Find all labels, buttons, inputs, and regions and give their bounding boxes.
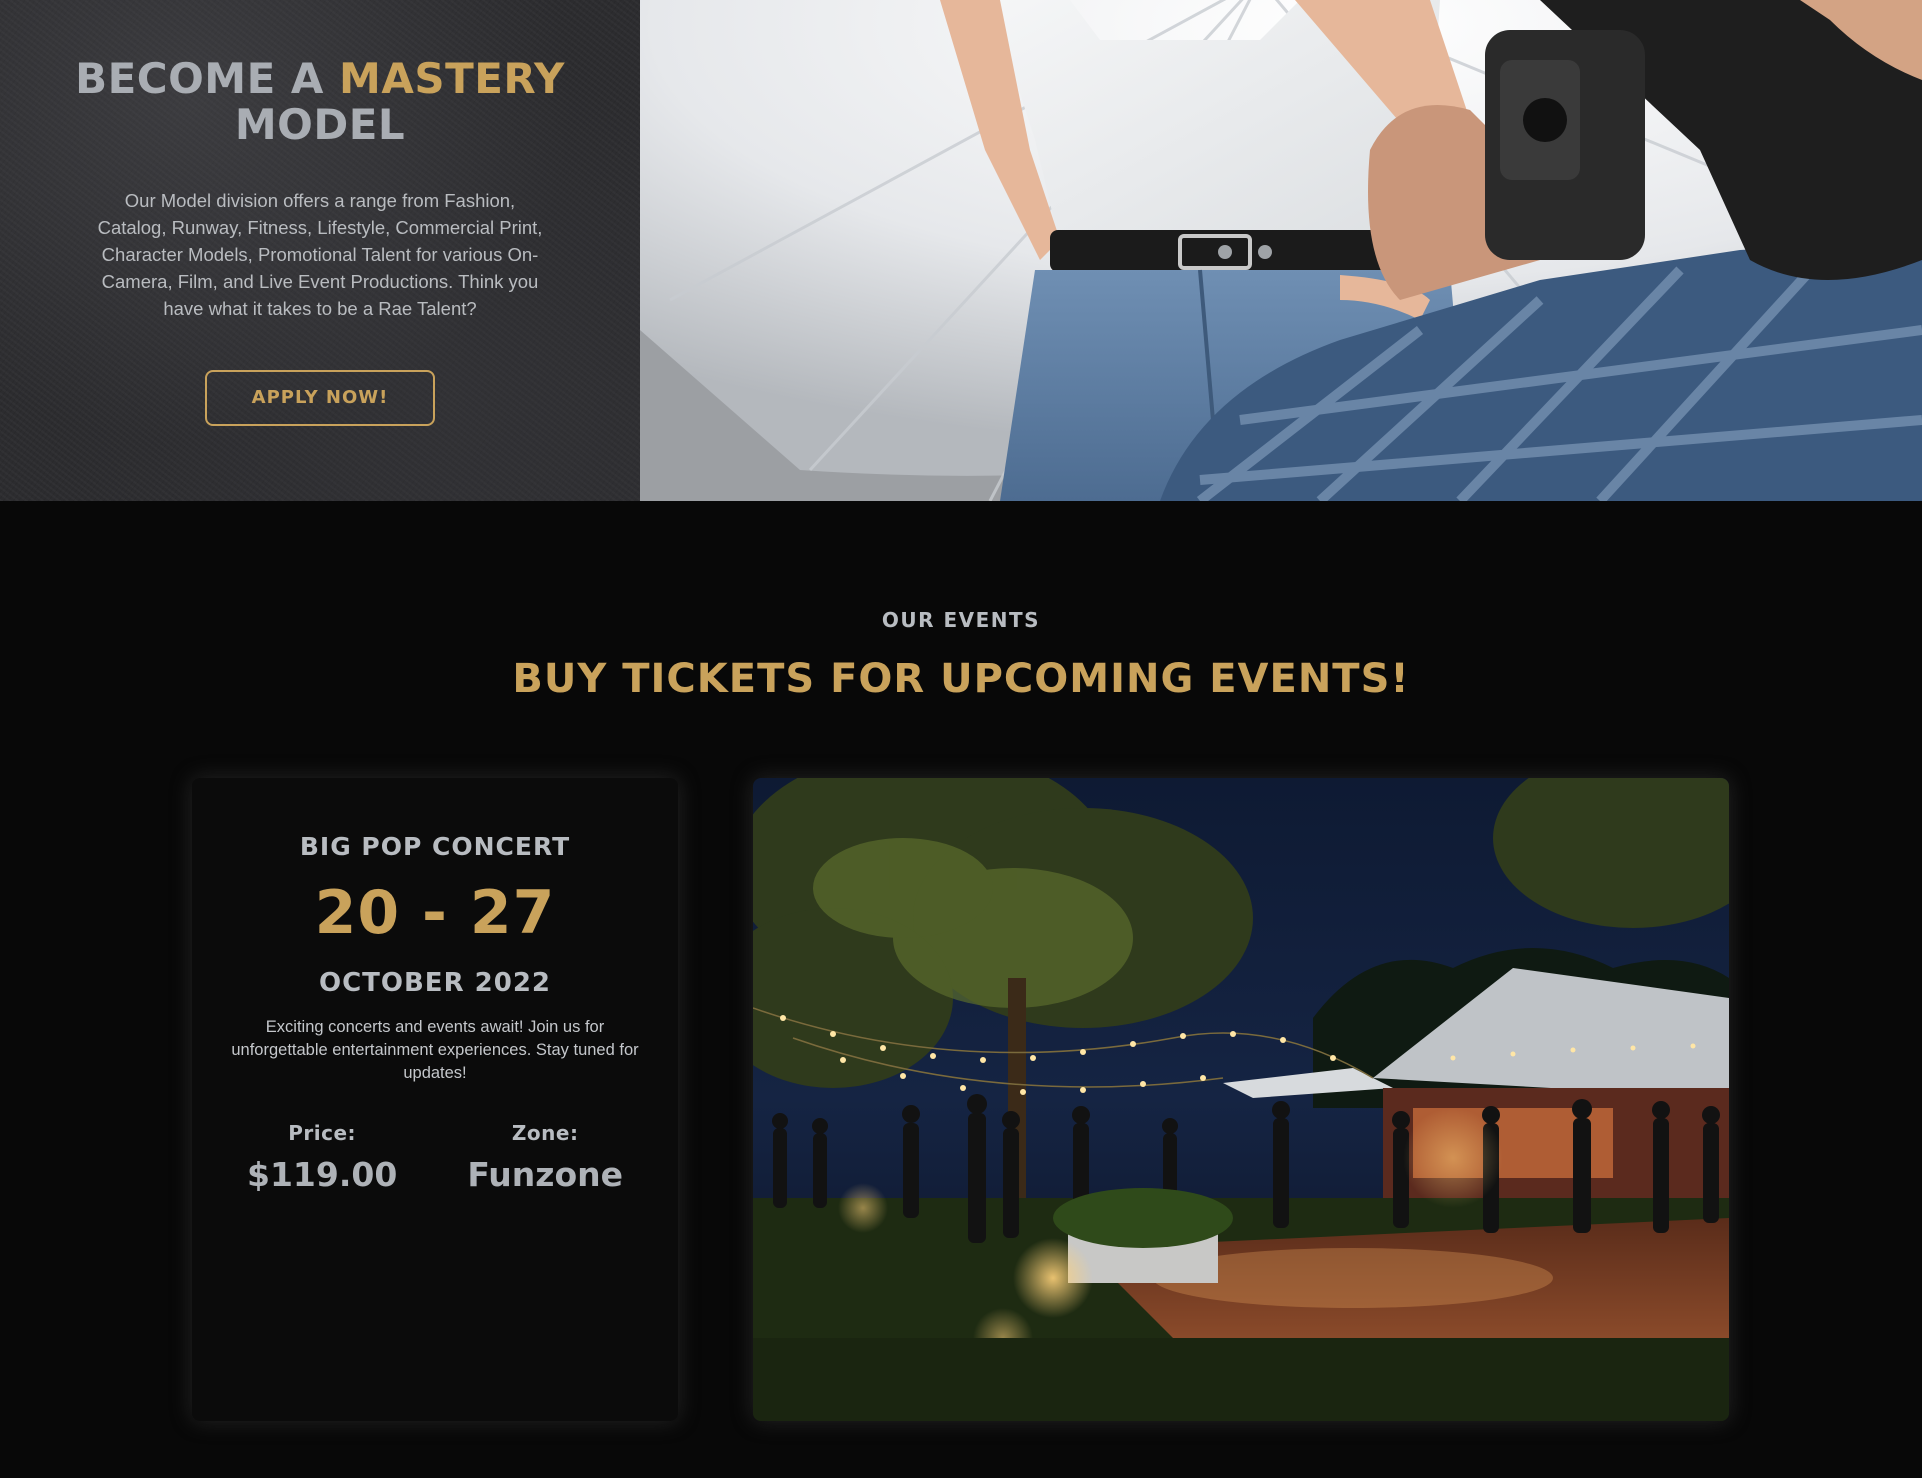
apply-now-button[interactable]: APPLY NOW! [205, 370, 435, 426]
event-name: BIG POP CONCERT [299, 832, 571, 861]
hero-text-panel: BECOME A MASTERY MODEL Our Model division… [0, 0, 640, 501]
events-eyebrow: OUR EVENTS [881, 608, 1041, 632]
model-photoshoot-image [640, 0, 1922, 501]
hero-section: BECOME A MASTERY MODEL Our Model division… [0, 0, 1922, 501]
event-month: OCTOBER 2022 [318, 968, 552, 998]
event-meta: Price: $119.00 Zone: Funzone [247, 1121, 623, 1194]
event-dates: 20 - 27 [314, 878, 556, 948]
hero-title: BECOME A MASTERY MODEL [40, 56, 600, 148]
zone-label: Zone: [511, 1121, 579, 1145]
event-description: Exciting concerts and events await! Join… [231, 1018, 639, 1082]
zone-value: Funzone [467, 1155, 623, 1194]
price-value: $119.00 [247, 1155, 398, 1194]
events-heading: BUY TICKETS FOR UPCOMING EVENTS! [512, 656, 1410, 702]
outdoor-night-party-image [753, 778, 1729, 1421]
event-card: BIG POP CONCERT 20 - 27 OCTOBER 2022 Exc… [192, 778, 678, 1421]
price-label: Price: [288, 1121, 357, 1145]
hero-title-part1: BECOME A [75, 54, 340, 103]
event-zone: Zone: Funzone [467, 1121, 623, 1194]
hero-title-part2: MODEL [234, 100, 406, 149]
hero-title-accent: MASTERY [339, 54, 565, 103]
hero-description: Our Model division offers a range from F… [97, 190, 543, 319]
event-price: Price: $119.00 [247, 1121, 397, 1194]
